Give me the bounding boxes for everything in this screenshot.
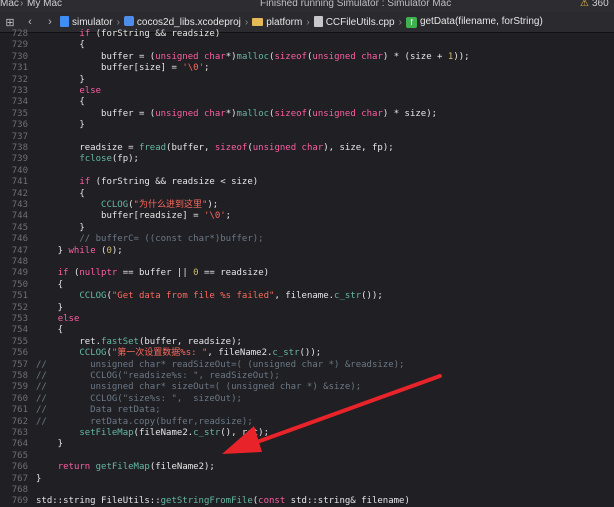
annotation-arrow: [222, 374, 442, 454]
arrow-shaft: [244, 374, 442, 448]
arrow-head: [222, 426, 262, 454]
